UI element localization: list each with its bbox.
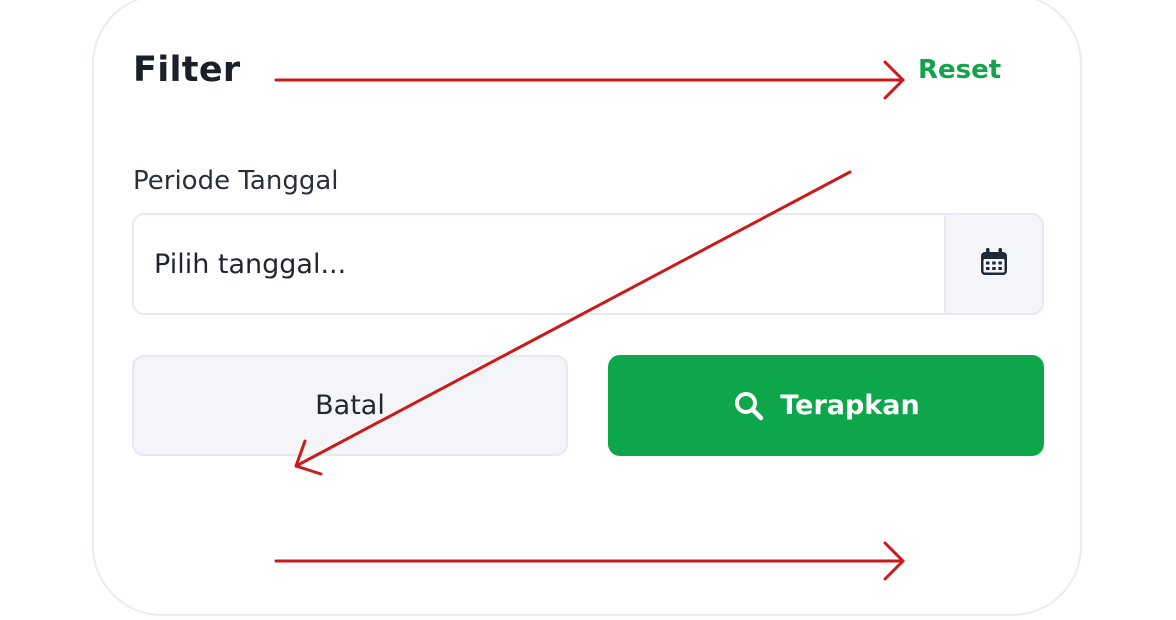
reset-link[interactable]: Reset [918,55,1001,85]
search-icon [732,389,766,423]
date-input[interactable] [134,215,944,313]
calendar-icon [978,246,1010,282]
apply-button[interactable]: Terapkan [608,355,1044,456]
date-period-label: Periode Tanggal [133,166,339,196]
screen: Filter Reset Periode Tanggal Pilih tangg… [0,0,1176,620]
date-picker-field [132,213,1044,315]
filter-title: Filter [133,50,241,90]
cancel-button[interactable]: Batal [132,355,568,456]
apply-button-label: Terapkan [780,390,920,421]
calendar-button[interactable] [944,215,1042,313]
cancel-button-label: Batal [315,390,385,421]
